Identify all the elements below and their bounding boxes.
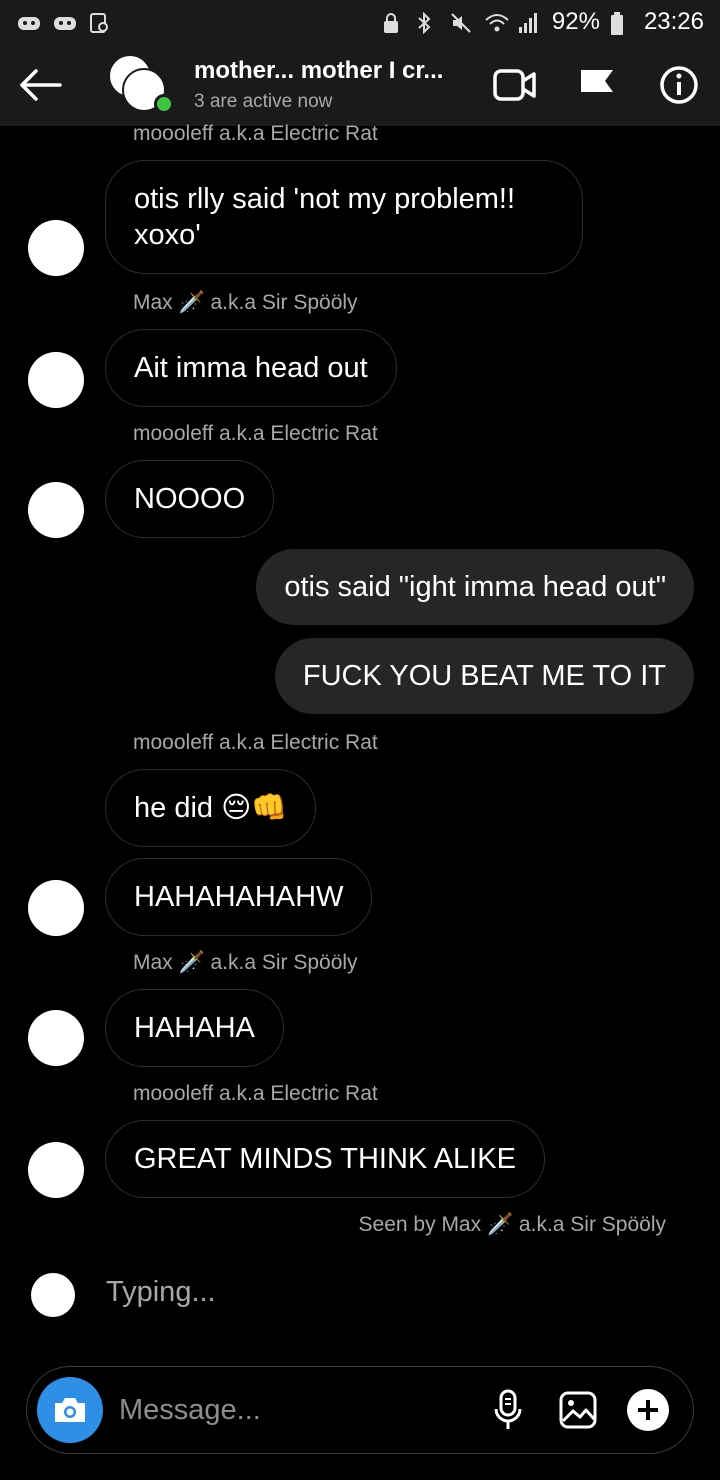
battery-icon (610, 12, 634, 35)
wifi-icon (484, 12, 509, 32)
voice-message-button[interactable] (473, 1375, 543, 1445)
message-text: HAHAHAHAHW (134, 881, 344, 913)
message-text: he did 😔👊 (134, 792, 288, 824)
active-status-text: 3 are active now (194, 91, 333, 112)
gallery-icon (559, 1391, 597, 1429)
avatar[interactable] (28, 352, 84, 408)
bluetooth-icon (416, 11, 440, 35)
status-bar: 92% 23:26 (0, 0, 720, 44)
message-bubble[interactable]: otis rlly said 'not my problem!! xoxo' (105, 160, 583, 274)
avatar[interactable] (28, 220, 84, 276)
message-text: otis said "ight imma head out" (284, 571, 666, 603)
message-text: Ait imma head out (134, 352, 368, 384)
message-text: NOOOO (134, 483, 246, 515)
avatar (31, 1273, 75, 1317)
sender-name: moooleff a.k.a Electric Rat (133, 122, 378, 145)
clock: 23:26 (643, 8, 704, 35)
message-text: HAHAHA (134, 1012, 255, 1044)
info-button[interactable] (638, 44, 720, 126)
mute-icon (450, 12, 474, 33)
message-input[interactable] (119, 1393, 459, 1427)
report-button[interactable] (556, 44, 638, 126)
discord-notification-icon (16, 12, 40, 32)
chat-title-block[interactable]: mother... mother I cr... 3 are active no… (194, 57, 464, 113)
message-text: otis rlly said 'not my problem!! (134, 183, 516, 215)
message-bubble[interactable]: HAHAHAHAHW (105, 858, 373, 936)
message-bubble-outgoing[interactable]: otis said "ight imma head out" (256, 549, 694, 625)
message-composer (26, 1366, 694, 1454)
signal-icon (518, 12, 542, 33)
camera-icon (55, 1398, 85, 1422)
message-bubble[interactable]: HAHAHA (105, 989, 284, 1067)
discord-notification-icon (52, 12, 76, 32)
lock-icon (382, 12, 406, 33)
info-icon (660, 66, 698, 104)
add-icon (627, 1389, 669, 1431)
sender-name: moooleff a.k.a Electric Rat (133, 1082, 378, 1105)
back-button[interactable] (0, 44, 80, 126)
avatar[interactable] (28, 482, 84, 538)
typing-indicator: Typing... (106, 1276, 216, 1308)
camera-button[interactable] (37, 1377, 103, 1443)
group-avatar[interactable] (108, 54, 174, 116)
battery-percent: 92% (551, 8, 600, 35)
message-text: GREAT MINDS THINK ALIKE (134, 1143, 516, 1175)
message-bubble[interactable]: he did 😔👊 (105, 769, 317, 847)
seen-receipt: Seen by Max 🗡️ a.k.a Sir Spööly (358, 1213, 666, 1236)
message-text: FUCK YOU BEAT ME TO IT (302, 660, 666, 692)
message-text: xoxo' (134, 219, 201, 251)
avatar[interactable] (28, 1142, 84, 1198)
video-call-icon (493, 69, 536, 101)
chat-title: mother... mother I cr... (194, 57, 444, 84)
avatar[interactable] (28, 1010, 84, 1066)
sender-name: Max 🗡️ a.k.a Sir Spööly (133, 951, 358, 974)
sender-name: moooleff a.k.a Electric Rat (133, 731, 378, 754)
message-bubble[interactable]: GREAT MINDS THINK ALIKE (105, 1120, 545, 1198)
screenshot-notification-icon (88, 12, 112, 33)
message-bubble[interactable]: Ait imma head out (105, 329, 397, 407)
video-call-button[interactable] (474, 44, 556, 126)
active-status-dot (154, 94, 174, 114)
microphone-icon (494, 1389, 522, 1429)
avatar[interactable] (28, 880, 84, 936)
message-bubble-outgoing[interactable]: FUCK YOU BEAT ME TO IT (274, 638, 694, 714)
chat-header: mother... mother I cr... 3 are active no… (0, 44, 720, 126)
flag-icon (581, 70, 613, 101)
add-button[interactable] (613, 1375, 683, 1445)
back-arrow-icon (20, 69, 62, 101)
sender-name: Max 🗡️ a.k.a Sir Spööly (133, 291, 358, 314)
sender-name: moooleff a.k.a Electric Rat (133, 422, 378, 445)
gallery-button[interactable] (543, 1375, 613, 1445)
message-bubble[interactable]: NOOOO (105, 460, 275, 538)
